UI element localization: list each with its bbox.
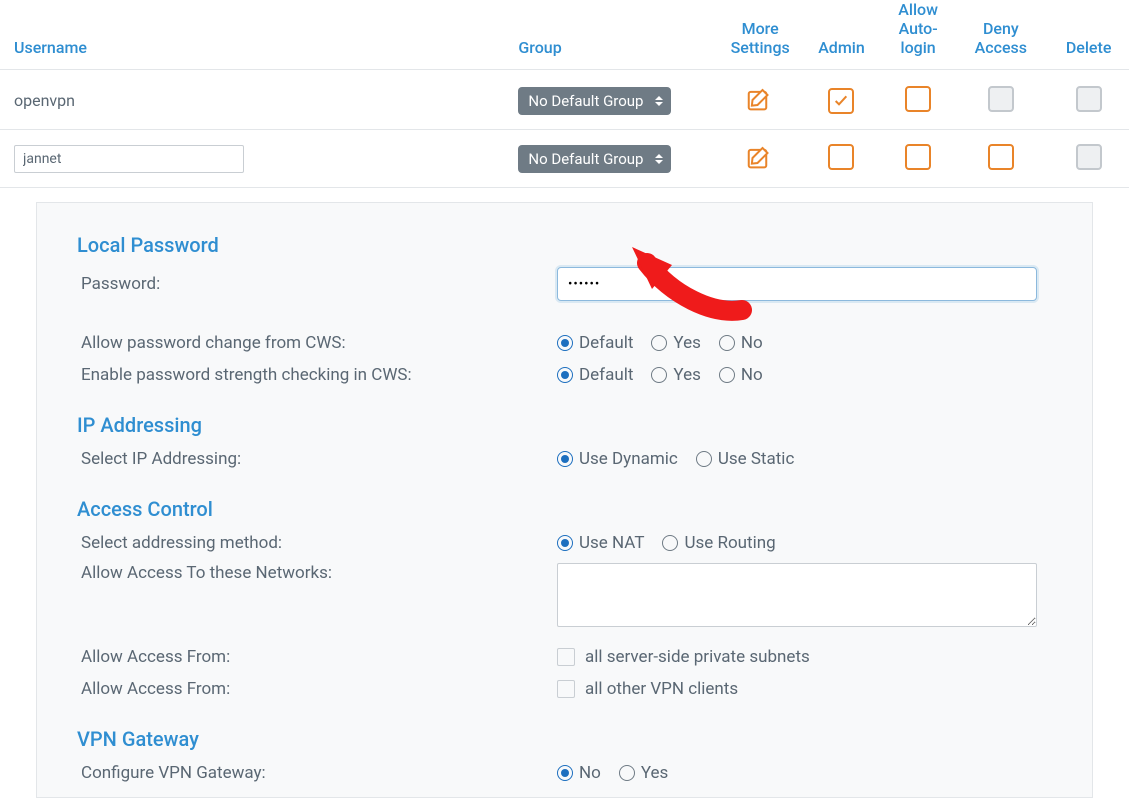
radio-no[interactable]: No: [557, 763, 601, 783]
pencil-icon: [745, 85, 775, 115]
autologin-checkbox[interactable]: [905, 86, 931, 112]
admin-checkbox[interactable]: [828, 144, 854, 170]
radio-dynamic[interactable]: Use Dynamic: [557, 449, 678, 469]
updown-icon: [655, 154, 663, 164]
delete-checkbox[interactable]: [1076, 86, 1102, 112]
radio-routing[interactable]: Use Routing: [662, 533, 775, 553]
ip-addressing-title: IP Addressing: [77, 413, 1052, 437]
updown-icon: [655, 96, 663, 106]
col-group: Group: [504, 0, 716, 70]
local-password-title: Local Password: [77, 233, 1052, 257]
radio-no[interactable]: No: [719, 333, 763, 353]
delete-checkbox[interactable]: [1076, 144, 1102, 170]
group-select[interactable]: No Default Group: [518, 145, 671, 173]
user-settings-panel: Local Password Password: Allow password …: [36, 202, 1093, 798]
radio-yes[interactable]: Yes: [651, 333, 700, 353]
col-more-settings: More Settings: [716, 0, 800, 70]
radio-yes[interactable]: Yes: [651, 365, 700, 385]
pencil-icon: [745, 143, 775, 173]
col-auto-login: Allow Auto-login: [879, 0, 954, 70]
col-admin: Admin: [800, 0, 879, 70]
checkbox-other-vpn-clients[interactable]: [557, 680, 575, 698]
radio-default[interactable]: Default: [557, 365, 633, 385]
radio-nat[interactable]: Use NAT: [557, 533, 644, 553]
addressing-method-label: Select addressing method:: [77, 533, 557, 553]
deny-checkbox[interactable]: [988, 144, 1014, 170]
radio-static[interactable]: Use Static: [696, 449, 795, 469]
allow-pw-change-label: Allow password change from CWS:: [77, 333, 557, 353]
ip-select-label: Select IP Addressing:: [77, 449, 557, 469]
checkbox-private-subnets[interactable]: [557, 648, 575, 666]
vpn-gateway-title: VPN Gateway: [77, 727, 1052, 751]
group-select[interactable]: No Default Group: [518, 87, 671, 115]
password-input[interactable]: [557, 267, 1037, 301]
username-input[interactable]: [14, 145, 244, 173]
vpn-gateway-label: Configure VPN Gateway:: [77, 763, 557, 783]
access-control-title: Access Control: [77, 497, 1052, 521]
radio-yes[interactable]: Yes: [619, 763, 668, 783]
table-row: openvpn No Default Group: [0, 70, 1129, 130]
admin-checkbox[interactable]: [828, 88, 854, 114]
edit-button[interactable]: [742, 82, 778, 118]
check-icon: [833, 93, 849, 109]
networks-textarea[interactable]: [557, 563, 1037, 627]
col-username: Username: [0, 0, 504, 70]
users-table: Username Group More Settings Admin Allow…: [0, 0, 1129, 188]
deny-checkbox[interactable]: [988, 86, 1014, 112]
username-cell: openvpn: [14, 91, 75, 110]
col-deny-access: Deny Access: [953, 0, 1044, 70]
strength-check-label: Enable password strength checking in CWS…: [77, 365, 557, 385]
table-row: No Default Group: [0, 130, 1129, 188]
password-label: Password:: [77, 274, 557, 294]
autologin-checkbox[interactable]: [905, 144, 931, 170]
allow-networks-label: Allow Access To these Networks:: [77, 563, 557, 583]
col-delete: Delete: [1044, 0, 1129, 70]
radio-no[interactable]: No: [719, 365, 763, 385]
allow-from-label-1: Allow Access From:: [77, 647, 557, 667]
allow-from-label-2: Allow Access From:: [77, 679, 557, 699]
radio-default[interactable]: Default: [557, 333, 633, 353]
edit-button[interactable]: [742, 140, 778, 176]
